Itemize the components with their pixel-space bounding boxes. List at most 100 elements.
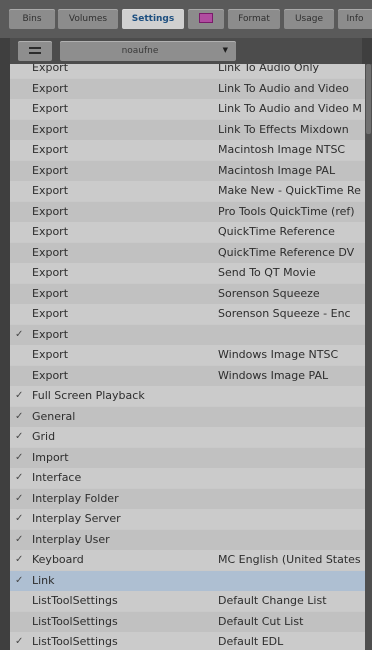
settings-row[interactable]: ✓ ListToolSettings Default EDL [10, 632, 365, 650]
checkmark-icon: ✓ [15, 390, 24, 401]
settings-row[interactable]: ✓ Interface [10, 468, 365, 488]
setting-name: Export [32, 286, 69, 300]
setting-value: Link To Audio and Video [218, 81, 349, 95]
settings-row[interactable]: Export Pro Tools QuickTime (ref) [10, 201, 365, 222]
setting-name: Grid [32, 430, 56, 443]
settings-toolbar: noaufne ▼ [10, 38, 362, 64]
settings-row[interactable]: ListToolSettings Default Change List [10, 591, 365, 611]
settings-row[interactable]: ✓ Export [10, 324, 365, 345]
setting-name: Link [32, 573, 55, 587]
settings-row[interactable]: ✓ Grid [10, 427, 365, 447]
setting-name: Keyboard [32, 553, 84, 566]
settings-row[interactable]: Export Windows Image PAL [10, 365, 365, 386]
settings-row[interactable]: Export Sorenson Squeeze [10, 283, 365, 304]
checkmark-icon: ✓ [15, 328, 24, 340]
checkmark-icon: ✓ [15, 533, 24, 545]
setting-value: MC English (United States [218, 553, 361, 566]
setting-name: ListToolSettings [32, 614, 118, 628]
settings-row[interactable]: Export Link To Audio and Video [10, 78, 365, 99]
checkmark-icon: ✓ [15, 451, 24, 463]
checkmark-icon: ✓ [15, 574, 24, 586]
vertical-scrollbar[interactable] [365, 64, 372, 650]
tab-volumes[interactable]: Volumes [58, 9, 118, 29]
settings-row[interactable]: Export Macintosh Image NTSC [10, 140, 365, 160]
settings-row[interactable]: ListToolSettings Default Cut List [10, 611, 365, 632]
checkmark-icon: ✓ [15, 410, 24, 422]
setting-value: Send To QT Movie [218, 266, 316, 279]
setting-value: Sorenson Squeeze [218, 286, 320, 300]
setting-name: Export [32, 204, 69, 218]
settings-row[interactable]: Export Link To Effects Mixdown [10, 119, 365, 140]
checkmark-icon: ✓ [15, 492, 24, 504]
setting-name: Export [32, 225, 69, 238]
setting-name: Export [32, 143, 69, 156]
settings-row[interactable]: Export Make New - QuickTime Re [10, 181, 365, 201]
setting-name: Export [32, 368, 69, 382]
setting-name: General [32, 409, 76, 423]
setting-value: Pro Tools QuickTime (ref) [218, 204, 355, 218]
chevron-down-icon: ▼ [222, 46, 228, 54]
setting-value: Macintosh Image PAL [218, 163, 336, 177]
site-settings-dropdown[interactable]: noaufne ▼ [60, 41, 236, 61]
setting-name: ListToolSettings [32, 635, 118, 648]
setting-value: Default Cut List [218, 614, 304, 628]
tab-info[interactable]: Info [338, 9, 372, 29]
checkmark-icon: ✓ [15, 513, 24, 524]
setting-name: Import [32, 450, 69, 464]
settings-row[interactable]: Export Link To Audio Only [10, 64, 365, 78]
checkmark-icon: ✓ [15, 636, 24, 647]
settings-row[interactable]: ✓ Interplay Server [10, 509, 365, 529]
setting-name: Export [32, 327, 69, 341]
settings-row[interactable]: Export QuickTime Reference [10, 222, 365, 242]
setting-value: Macintosh Image NTSC [218, 143, 346, 156]
checkmark-icon: ✓ [15, 472, 24, 483]
settings-row[interactable]: ✓ General [10, 406, 365, 427]
setting-value: Windows Image NTSC [218, 348, 339, 361]
fast-menu-button[interactable] [18, 41, 52, 61]
setting-value: QuickTime Reference [218, 225, 335, 238]
settings-row[interactable]: Export Sorenson Squeeze - Enc [10, 304, 365, 324]
setting-name: ListToolSettings [32, 594, 118, 607]
tab-usage[interactable]: Usage [284, 9, 334, 29]
setting-value: Link To Audio and Video M [218, 102, 362, 115]
checkmark-icon: ✓ [15, 431, 24, 442]
setting-name: Full Screen Playback [32, 389, 145, 402]
setting-name: Export [32, 266, 69, 279]
settings-row[interactable]: ✓ Interplay Folder [10, 488, 365, 509]
setting-value: Default Change List [218, 594, 327, 607]
settings-row[interactable]: Export Send To QT Movie [10, 263, 365, 283]
setting-name: Interface [32, 471, 82, 484]
tab-command-palette[interactable] [188, 9, 224, 29]
setting-name: Export [32, 348, 69, 361]
settings-row[interactable]: Export Windows Image NTSC [10, 345, 365, 365]
settings-row[interactable]: Export Macintosh Image PAL [10, 160, 365, 181]
setting-name: Interplay Folder [32, 491, 119, 505]
setting-name: Export [32, 163, 69, 177]
scrollbar-thumb[interactable] [366, 64, 371, 134]
setting-value: Default EDL [218, 635, 284, 648]
settings-list: Export Link To Audio Only Export Link To Au… [10, 64, 365, 650]
fast-menu-icon [29, 47, 41, 49]
settings-row[interactable]: Export QuickTime Reference DV [10, 242, 365, 263]
tab-format[interactable]: Format [228, 9, 280, 29]
settings-row[interactable]: Export Link To Audio and Video M [10, 99, 365, 119]
setting-value: Link To Audio Only [218, 64, 320, 74]
tab-settings[interactable]: Settings [122, 9, 184, 29]
tab-bins[interactable]: Bins [9, 9, 55, 29]
setting-value: Link To Effects Mixdown [218, 122, 349, 136]
setting-name: Export [32, 122, 69, 136]
setting-value: Windows Image PAL [218, 368, 329, 382]
settings-row[interactable]: ✓ Import [10, 447, 365, 468]
setting-value: Make New - QuickTime Re [218, 184, 361, 197]
setting-name: Export [32, 64, 69, 74]
settings-row[interactable]: ✓ Interplay User [10, 529, 365, 550]
settings-row[interactable]: ✓ Link [10, 570, 365, 591]
setting-name: Interplay User [32, 532, 110, 546]
dropdown-value: noaufne [121, 46, 159, 56]
setting-name: Export [32, 102, 69, 115]
settings-row[interactable]: ✓ Keyboard MC English (United States [10, 550, 365, 570]
setting-value: QuickTime Reference DV [218, 245, 355, 259]
settings-row[interactable]: ✓ Full Screen Playback [10, 386, 365, 406]
tab-bar: Bins Volumes Settings Format Usage Info [0, 0, 372, 38]
setting-name: Interplay Server [32, 512, 121, 525]
